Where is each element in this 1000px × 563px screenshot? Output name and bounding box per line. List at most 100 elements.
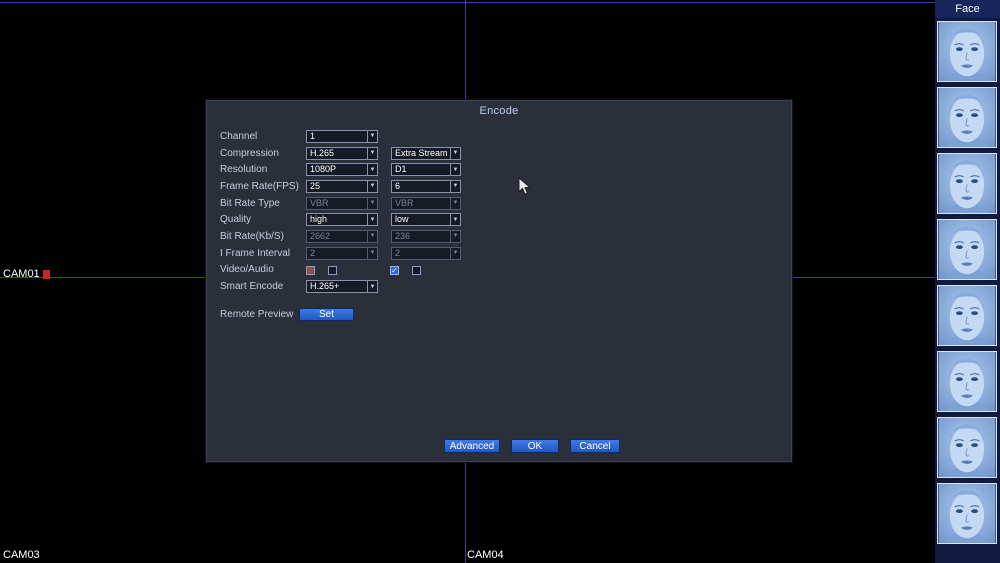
face-thumbnail[interactable]	[937, 21, 997, 82]
chevron-down-icon: ▼	[367, 147, 377, 159]
i-frame-extra-value: 2	[395, 247, 401, 258]
camera-label-cam03: CAM03	[3, 549, 40, 561]
compression-extra-value: Extra Stream	[395, 147, 448, 158]
chevron-down-icon: ▼	[367, 281, 377, 293]
quality-main-value: high	[310, 214, 328, 225]
bit-rate-type-label: Bit Rate Type	[220, 197, 280, 209]
row-resolution: Resolution 1080P ▼ D1 ▼	[220, 161, 650, 178]
channel-label: Channel	[220, 130, 258, 142]
chevron-down-icon: ▼	[450, 164, 460, 176]
bit-rate-type-extra-select: VBR ▼	[391, 196, 461, 210]
compression-main-select[interactable]: H.265 ▼	[306, 146, 378, 160]
camera-name: CAM04	[467, 549, 504, 561]
chevron-down-icon: ▼	[450, 214, 460, 226]
bit-rate-extra-value: 236	[395, 230, 411, 241]
smart-encode-select[interactable]: H.265+ ▼	[306, 280, 378, 294]
video-audio-label: Video/Audio	[220, 264, 274, 276]
bit-rate-extra-select: 236 ▼	[391, 229, 461, 243]
dialog-title: Encode	[479, 105, 519, 117]
face-thumbnail[interactable]	[937, 87, 997, 148]
remote-preview-label: Remote Preview	[220, 309, 294, 320]
frame-rate-main-value: 25	[310, 180, 321, 191]
row-bit-rate-type: Bit Rate Type VBR ▼ VBR ▼	[220, 195, 650, 212]
i-frame-interval-label: I Frame Interval	[220, 247, 291, 259]
row-smart-encode: Smart Encode H.265+ ▼	[220, 278, 650, 295]
main-audio-checkbox[interactable]	[328, 265, 337, 275]
chevron-down-icon: ▼	[450, 230, 460, 242]
face-thumbnail[interactable]	[937, 219, 997, 280]
extra-audio-checkbox[interactable]	[412, 265, 421, 275]
advanced-button[interactable]: Advanced	[444, 439, 500, 453]
chevron-down-icon: ▼	[450, 247, 460, 259]
row-video-audio: Video/Audio ✓	[220, 262, 650, 279]
bit-rate-main-value: 2662	[310, 230, 331, 241]
extra-video-checkbox[interactable]: ✓	[390, 265, 399, 275]
resolution-extra-select[interactable]: D1 ▼	[391, 163, 461, 177]
frame-rate-label: Frame Rate(FPS)	[220, 180, 299, 192]
bit-rate-main-select: 2662 ▼	[306, 229, 378, 243]
frame-rate-extra-select[interactable]: 6 ▼	[391, 179, 461, 193]
chevron-down-icon: ▼	[450, 180, 460, 192]
row-frame-rate: Frame Rate(FPS) 25 ▼ 6 ▼	[220, 178, 650, 195]
chevron-down-icon: ▼	[367, 247, 377, 259]
camera-name: CAM01	[3, 268, 40, 280]
resolution-main-select[interactable]: 1080P ▼	[306, 163, 378, 177]
encode-form: Channel 1 ▼ Compression H.265 ▼ Extra St…	[220, 128, 650, 295]
i-frame-extra-select: 2 ▼	[391, 246, 461, 260]
chevron-down-icon: ▼	[367, 214, 377, 226]
compression-extra-select[interactable]: Extra Stream ▼	[391, 146, 461, 160]
grid-divider-top	[0, 2, 935, 3]
row-quality: Quality high ▼ low ▼	[220, 211, 650, 228]
face-thumbnail-list	[935, 18, 1000, 547]
i-frame-main-value: 2	[310, 247, 316, 258]
face-thumbnail[interactable]	[937, 153, 997, 214]
quality-label: Quality	[220, 214, 252, 226]
smart-encode-value: H.265+	[310, 281, 340, 292]
row-remote-preview: Remote Preview Set	[220, 308, 354, 321]
frame-rate-extra-value: 6	[395, 180, 401, 191]
chevron-down-icon: ▼	[367, 197, 377, 209]
chevron-down-icon: ▼	[450, 147, 460, 159]
set-button[interactable]: Set	[299, 308, 354, 321]
resolution-label: Resolution	[220, 164, 268, 176]
camera-label-cam04: CAM04	[467, 549, 504, 561]
channel-select[interactable]: 1 ▼	[306, 129, 378, 143]
bit-rate-type-main-value: VBR	[310, 197, 329, 208]
face-thumbnail[interactable]	[937, 417, 997, 478]
face-sidebar: Face	[935, 0, 1000, 563]
quality-main-select[interactable]: high ▼	[306, 213, 378, 227]
chevron-down-icon: ▼	[450, 197, 460, 209]
compression-label: Compression	[220, 147, 279, 159]
encode-dialog: Encode Channel 1 ▼ Compression H.265 ▼ E…	[205, 99, 793, 463]
mouse-cursor	[518, 177, 531, 195]
quality-extra-value: low	[395, 214, 409, 225]
face-thumbnail[interactable]	[937, 483, 997, 544]
chevron-down-icon: ▼	[367, 130, 377, 142]
i-frame-main-select: 2 ▼	[306, 246, 378, 260]
face-thumbnail[interactable]	[937, 285, 997, 346]
row-compression: Compression H.265 ▼ Extra Stream ▼	[220, 145, 650, 162]
camera-name: CAM03	[3, 549, 40, 561]
record-icon	[42, 269, 50, 279]
ok-button[interactable]: OK	[511, 439, 559, 453]
dvr-screen: CAM01 CAM03 CAM04 Face Encode Channel 1	[0, 0, 1000, 563]
bit-rate-label: Bit Rate(Kb/S)	[220, 230, 284, 242]
camera-label-cam01: CAM01	[3, 268, 50, 280]
channel-value: 1	[310, 130, 316, 141]
row-channel: Channel 1 ▼	[220, 128, 650, 145]
bit-rate-type-main-select: VBR ▼	[306, 196, 378, 210]
bit-rate-type-extra-value: VBR	[395, 197, 414, 208]
quality-extra-select[interactable]: low ▼	[391, 213, 461, 227]
chevron-down-icon: ▼	[367, 230, 377, 242]
face-sidebar-title: Face	[935, 0, 1000, 18]
main-video-checkbox[interactable]	[306, 265, 315, 275]
frame-rate-main-select[interactable]: 25 ▼	[306, 179, 378, 193]
resolution-main-value: 1080P	[310, 164, 337, 175]
face-thumbnail[interactable]	[937, 351, 997, 412]
chevron-down-icon: ▼	[367, 180, 377, 192]
cancel-button[interactable]: Cancel	[570, 439, 620, 453]
row-i-frame-interval: I Frame Interval 2 ▼ 2 ▼	[220, 245, 650, 262]
compression-main-value: H.265	[310, 147, 335, 158]
resolution-extra-value: D1	[395, 164, 407, 175]
row-bit-rate: Bit Rate(Kb/S) 2662 ▼ 236 ▼	[220, 228, 650, 245]
